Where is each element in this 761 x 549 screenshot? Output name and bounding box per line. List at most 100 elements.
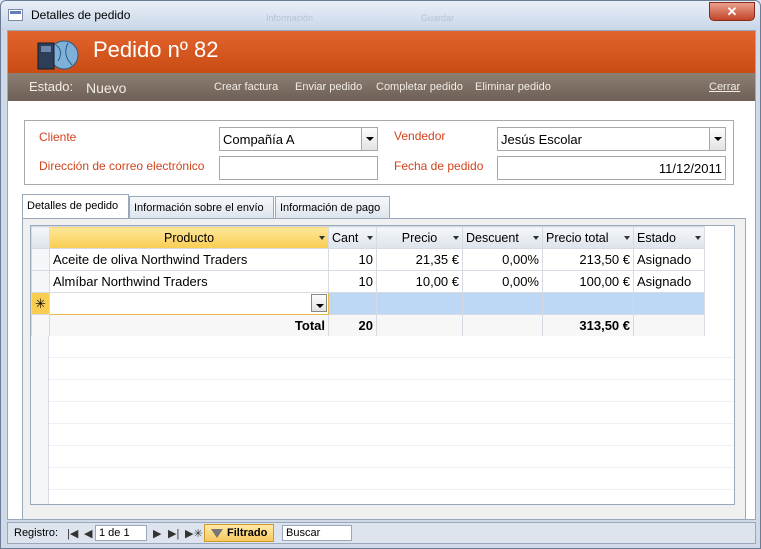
empty-grid-area [49, 336, 734, 504]
grid-table: Producto Cant Precio Descuent Precio tot… [31, 226, 705, 337]
row-selector[interactable] [31, 270, 50, 293]
order-form: Pedido nº 82 Estado: Nuevo Crear factura… [7, 30, 756, 520]
new-record-icon[interactable]: ▶✳ [185, 527, 203, 540]
cliente-value: Compañía A [223, 132, 295, 147]
cell-precio-total[interactable]: 213,50 € [542, 248, 634, 271]
select-all-corner[interactable] [31, 226, 50, 249]
cell-precio[interactable] [376, 292, 463, 315]
new-record-row[interactable]: ✳ [31, 292, 705, 315]
filter-label: Filtrado [227, 527, 268, 539]
status-label: Estado: [29, 79, 74, 94]
sort-arrow-icon[interactable] [453, 236, 459, 240]
totals-row: Total 20 313,50 € [31, 314, 705, 337]
order-book-globe-icon [37, 40, 79, 70]
cell-cant[interactable] [328, 292, 377, 315]
form-header: Pedido nº 82 [8, 31, 755, 73]
background-ghost-text: Información [266, 13, 314, 23]
col-label: Descuent [466, 230, 519, 245]
total-label: Total [49, 314, 329, 337]
cliente-label: Cliente [39, 130, 77, 144]
col-label: Cant [332, 230, 359, 245]
cell-precio[interactable]: 21,35 € [376, 248, 463, 271]
previous-record-icon[interactable]: ◀ [84, 527, 92, 540]
action-bar: Estado: Nuevo Crear factura Enviar pedid… [8, 73, 755, 101]
tab-envio[interactable]: Información sobre el envío [129, 196, 274, 219]
cell-producto[interactable]: Almíbar Northwind Traders [49, 270, 329, 293]
tab-detalles[interactable]: Detalles de pedido [22, 194, 129, 219]
email-label: Dirección de correo electrónico [39, 159, 205, 173]
producto-combobox[interactable] [49, 292, 329, 315]
cell-descuento[interactable]: 0,00% [462, 270, 543, 293]
delete-order-link[interactable]: Eliminar pedido [475, 81, 551, 93]
create-invoice-link[interactable]: Crear factura [214, 81, 278, 93]
status-value: Nuevo [86, 80, 127, 96]
last-record-icon[interactable]: ▶| [168, 527, 179, 540]
email-field[interactable] [219, 156, 378, 180]
window-title: Detalles de pedido [31, 8, 131, 22]
registro-label: Registro: [14, 527, 59, 539]
vendedor-label: Vendedor [394, 129, 446, 143]
order-info-panel: Cliente Compañía A Dirección de correo e… [24, 120, 734, 185]
sort-arrow-icon[interactable] [319, 236, 325, 240]
title-bar: Detalles de pedido Información Guardar ✕ [1, 1, 760, 30]
record-navigator: Registro: |◀ ◀ 1 de 1 ▶ ▶| ▶✳ Filtrado B… [7, 522, 756, 544]
sort-arrow-icon[interactable] [367, 236, 373, 240]
empty-selector-column [31, 336, 49, 504]
total-precio: 313,50 € [542, 314, 634, 337]
first-record-icon[interactable]: |◀ [67, 527, 78, 540]
chevron-down-icon[interactable] [709, 128, 725, 150]
current-record-field[interactable]: 1 de 1 [95, 525, 147, 541]
cell-precio-total[interactable] [542, 292, 634, 315]
sort-arrow-icon[interactable] [695, 236, 701, 240]
col-label: Estado [637, 230, 676, 245]
empty-cell [633, 314, 705, 337]
close-button[interactable]: ✕ [709, 2, 755, 21]
fecha-label: Fecha de pedido [394, 159, 484, 173]
col-label: Precio [401, 230, 438, 245]
table-row[interactable]: Aceite de oliva Northwind Traders 10 21,… [31, 248, 705, 271]
row-selector[interactable] [31, 248, 50, 271]
cell-precio-total[interactable]: 100,00 € [542, 270, 634, 293]
col-header-cant[interactable]: Cant [328, 226, 377, 249]
chevron-down-icon[interactable] [361, 128, 377, 150]
cell-precio[interactable]: 10,00 € [376, 270, 463, 293]
empty-cell [376, 314, 463, 337]
new-record-icon: ✳ [31, 292, 50, 315]
cell-estado[interactable] [633, 292, 705, 315]
next-record-icon[interactable]: ▶ [153, 527, 161, 540]
fecha-field[interactable]: 11/12/2011 [497, 156, 726, 180]
col-header-precio[interactable]: Precio [376, 226, 463, 249]
cell-producto[interactable]: Aceite de oliva Northwind Traders [49, 248, 329, 271]
background-ghost-text: Guardar [421, 13, 455, 23]
cell-estado[interactable]: Asignado [633, 248, 705, 271]
close-link[interactable]: Cerrar [709, 81, 740, 93]
col-header-producto[interactable]: Producto [49, 226, 329, 249]
table-row[interactable]: Almíbar Northwind Traders 10 10,00 € 0,0… [31, 270, 705, 293]
order-lines-grid: Producto Cant Precio Descuent Precio tot… [30, 225, 735, 505]
cell-cant[interactable]: 10 [328, 248, 377, 271]
form-icon [8, 9, 23, 21]
vendedor-value: Jesús Escolar [501, 132, 582, 147]
header-row: Producto Cant Precio Descuent Precio tot… [31, 226, 705, 249]
complete-order-link[interactable]: Completar pedido [376, 81, 463, 93]
search-input[interactable]: Buscar [282, 525, 352, 541]
cell-descuento[interactable] [462, 292, 543, 315]
tab-pago[interactable]: Información de pago [275, 196, 390, 219]
sort-arrow-icon[interactable] [533, 236, 539, 240]
cliente-combobox[interactable]: Compañía A [219, 127, 378, 151]
col-header-estado[interactable]: Estado [633, 226, 705, 249]
col-label: Producto [163, 230, 215, 245]
cell-descuento[interactable]: 0,00% [462, 248, 543, 271]
send-order-link[interactable]: Enviar pedido [295, 81, 362, 93]
cell-cant[interactable]: 10 [328, 270, 377, 293]
vendedor-combobox[interactable]: Jesús Escolar [497, 127, 726, 151]
col-header-descuento[interactable]: Descuent [462, 226, 543, 249]
col-header-precio-total[interactable]: Precio total [542, 226, 634, 249]
total-cant: 20 [328, 314, 377, 337]
empty-cell [462, 314, 543, 337]
col-label: Precio total [546, 230, 609, 245]
sort-arrow-icon[interactable] [624, 236, 630, 240]
chevron-down-icon[interactable] [311, 294, 327, 312]
filter-toggle[interactable]: Filtrado [204, 524, 274, 542]
cell-estado[interactable]: Asignado [633, 270, 705, 293]
